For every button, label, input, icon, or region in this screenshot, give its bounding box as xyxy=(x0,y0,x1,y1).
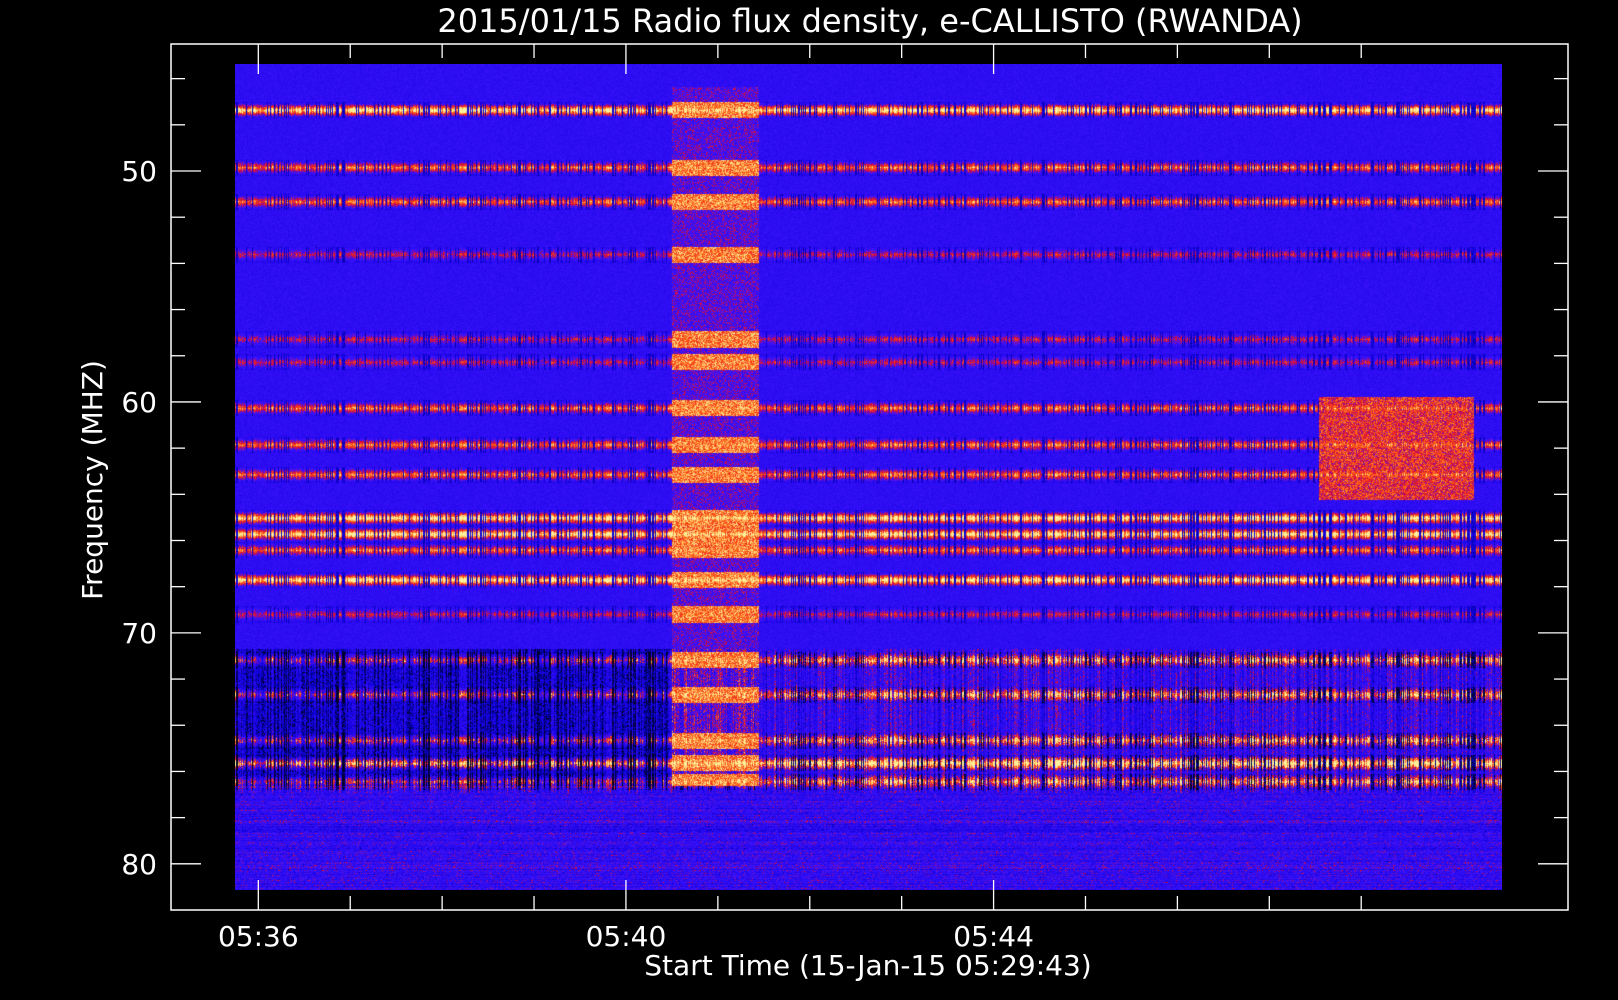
y-tick-label: 60 xyxy=(121,386,157,419)
y-axis-tick-labels: 50 60 70 80 xyxy=(121,155,157,881)
chart-axes: 2015/01/15 Radio flux density, e-CALLIST… xyxy=(76,2,1569,982)
spectrogram-chart: 2015/01/15 Radio flux density, e-CALLIST… xyxy=(0,0,1618,1000)
x-axis-label: Start Time (15-Jan-15 05:29:43) xyxy=(644,949,1091,982)
x-tick-label: 05:36 xyxy=(218,920,299,953)
chart-title: 2015/01/15 Radio flux density, e-CALLIST… xyxy=(437,2,1302,40)
y-tick-label: 50 xyxy=(121,155,157,188)
x-axis-ticks xyxy=(257,44,1362,910)
y-tick-label: 70 xyxy=(121,617,157,650)
y-axis-label: Frequency (MHZ) xyxy=(76,360,109,600)
plot-frame xyxy=(170,43,1569,911)
y-axis-ticks xyxy=(171,77,1568,865)
y-tick-label: 80 xyxy=(121,848,157,881)
